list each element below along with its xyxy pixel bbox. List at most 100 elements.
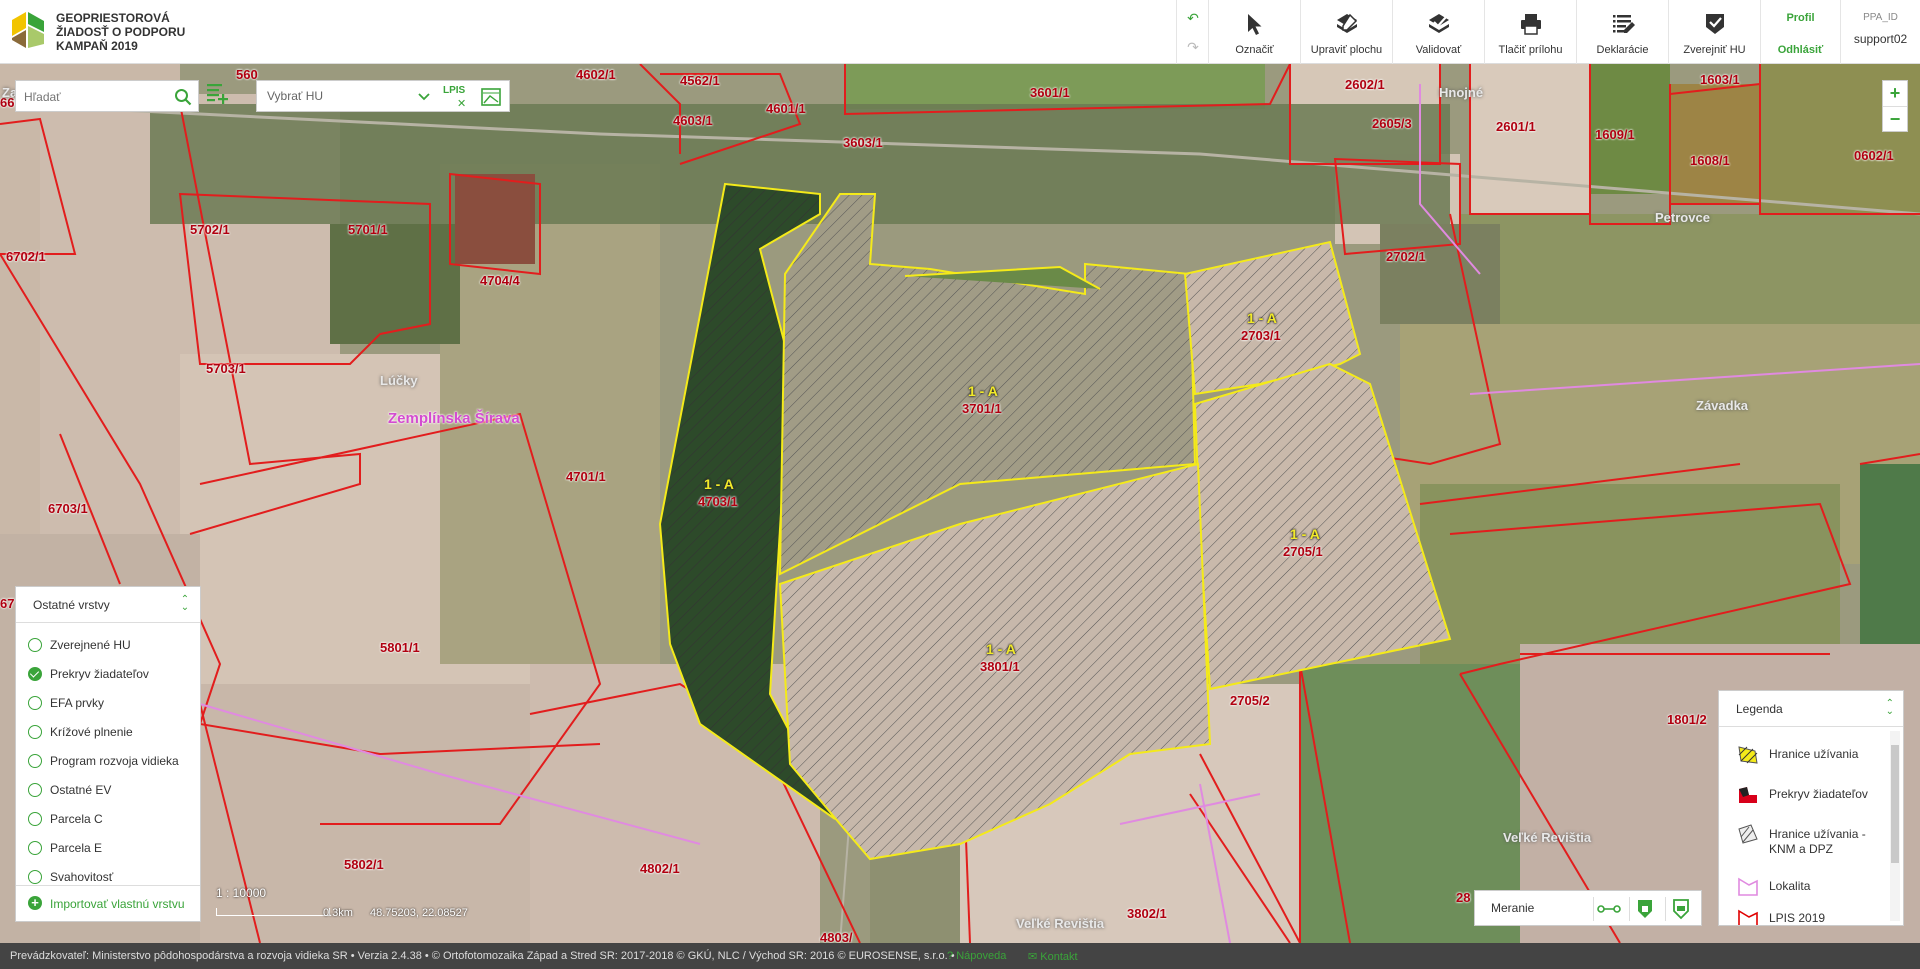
help-link[interactable]: ? Nápoveda (947, 950, 1006, 962)
ruler-icon (1597, 905, 1621, 913)
contact-label: Kontakt (1040, 951, 1078, 963)
other-layers-header[interactable]: Ostatné vrstvy ⌃ ⌄ (16, 587, 200, 623)
parcel-label: 2602/1 (1345, 77, 1385, 92)
radio-icon[interactable] (28, 638, 42, 652)
layer-item-applicant-overlap[interactable]: Prekryv žiadateľov (28, 664, 198, 684)
legend-panel: Legenda ⌃ ⌄ Hranice užívania Prekryv žiad… (1718, 690, 1904, 926)
plus-circle-icon: + (28, 896, 42, 910)
place-name: Závadka (1696, 398, 1749, 413)
zoom-in-button[interactable]: + (1883, 81, 1907, 106)
parcel-label: 4601/1 (766, 101, 806, 116)
parcel-label: 3802/1 (1127, 906, 1167, 921)
import-layer-button[interactable]: + Importovať vlastnú vrstvu (16, 885, 200, 921)
scale-distance: 0.3km (323, 907, 353, 919)
parcel-label: 4701/1 (566, 469, 606, 484)
radio-icon[interactable] (28, 870, 42, 884)
declared-parcel-id[interactable]: 3701/1 (962, 401, 1002, 416)
legend-scrollbar[interactable] (1890, 731, 1900, 921)
footer-bar: Prevádzkovateľ: Ministerstvo pôdohospodá… (0, 943, 1920, 969)
close-icon[interactable]: ✕ (457, 97, 466, 110)
legend-header[interactable]: Legenda ⌃ ⌄ (1719, 691, 1903, 727)
place-name: Veľké Revištia (1016, 916, 1105, 931)
cursor-icon (1247, 14, 1261, 35)
profile-link[interactable]: Profil (1761, 12, 1840, 24)
parcel-label: 5703/1 (206, 361, 246, 376)
legend-item-label: Lokalita (1769, 879, 1811, 893)
measure-area-button[interactable] (1629, 897, 1659, 921)
parcel-label: 0602/1 (1854, 148, 1894, 163)
legend-item-label: Hranice užívania - KNM a DPZ (1769, 827, 1866, 856)
radio-icon[interactable] (28, 841, 42, 855)
declared-parcel-code: 1 - A (1290, 526, 1320, 542)
parcel-label: 3601/1 (1030, 85, 1070, 100)
footer-operator-text: Prevádzkovateľ: Ministerstvo pôdohospodá… (10, 950, 955, 962)
app-title-line2: žiadosť o podporu (56, 25, 186, 39)
collapse-icon[interactable]: ⌃ ⌄ (179, 595, 191, 614)
radio-icon[interactable] (28, 812, 42, 826)
cursor-coordinates: 48.75203, 22.08527 (370, 907, 468, 919)
history-controls: ↶ ↷ (1176, 0, 1208, 64)
orthophoto-icon[interactable] (481, 88, 501, 106)
contact-link[interactable]: ✉ Kontakt (1028, 950, 1078, 963)
edit-area-button[interactable]: Upraviť plochu (1300, 0, 1392, 64)
legend-item-label: Hranice užívania (1769, 747, 1859, 761)
radio-icon[interactable] (28, 696, 42, 710)
layer-item-label: Svahovitosť (50, 870, 114, 884)
publish-hu-label: Zverejniť HU (1683, 44, 1746, 56)
layer-item-rural-dev[interactable]: Program rozvoja vidieka (28, 751, 198, 771)
legend-item-label: Prekryv žiadateľov (1769, 787, 1868, 801)
radio-icon[interactable] (28, 725, 42, 739)
declared-parcel-id[interactable]: 4703/1 (698, 494, 738, 509)
add-list-icon[interactable] (204, 80, 230, 112)
layer-item-efa[interactable]: EFA prvky (28, 693, 198, 713)
layer-item-other-ev[interactable]: Ostatné EV (28, 780, 198, 800)
parcel-label: 1801/2 (1667, 712, 1707, 727)
map-canvas[interactable]: 560 4602/1 4562/1 4603/1 4601/1 3603/1 3… (0, 64, 1920, 943)
layer-item-cross-compliance[interactable]: Krížové plnenie (28, 722, 198, 742)
area-shield-icon (1638, 900, 1652, 918)
validate-label: Validovať (1415, 44, 1462, 56)
hu-selector[interactable]: Vybrať HU LPIS ✕ (256, 80, 510, 112)
chevron-down-icon[interactable] (417, 89, 431, 103)
select-tool-button[interactable]: Označiť (1208, 0, 1300, 64)
redo-icon[interactable]: ↷ (1184, 38, 1202, 56)
app-logo (12, 12, 44, 48)
check-circle-icon[interactable] (28, 667, 42, 681)
declared-parcel-id[interactable]: 2703/1 (1241, 328, 1281, 343)
validate-button[interactable]: Validovať (1392, 0, 1484, 64)
user-id-label: PPA_ID (1863, 12, 1898, 23)
zoom-out-button[interactable]: − (1883, 106, 1907, 131)
legend-item-label: LPIS 2019 (1769, 911, 1826, 925)
measure-clear-button[interactable] (1665, 897, 1695, 921)
layer-item-label: Zverejnené HU (50, 638, 131, 652)
undo-icon[interactable]: ↶ (1184, 9, 1202, 27)
radio-icon[interactable] (28, 754, 42, 768)
lpis-toggle[interactable]: LPIS (443, 85, 465, 96)
print-attachment-button[interactable]: Tlačiť prílohu (1484, 0, 1576, 64)
layer-item-label: EFA prvky (50, 696, 105, 710)
parcel-label: 5701/1 (348, 222, 388, 237)
publish-hu-button[interactable]: Zverejniť HU (1668, 0, 1760, 64)
declarations-button[interactable]: Deklarácie (1576, 0, 1668, 64)
logout-link[interactable]: Odhlásiť (1761, 44, 1840, 56)
parcel-label: 4603/1 (673, 113, 713, 128)
layer-item-published-hu[interactable]: Zverejnené HU (28, 635, 198, 655)
layer-item-parcel-c[interactable]: Parcela C (28, 809, 198, 829)
radio-icon[interactable] (28, 783, 42, 797)
declared-parcel-id[interactable]: 2705/1 (1283, 544, 1323, 559)
other-layers-panel: Ostatné vrstvy ⌃ ⌄ Zverejnené HU Prekryv … (15, 586, 201, 922)
declared-parcel-id[interactable]: 3801/1 (980, 659, 1020, 674)
legend-title: Legenda (1736, 702, 1783, 716)
parcel-label: 2705/2 (1230, 693, 1270, 708)
layer-item-parcel-e[interactable]: Parcela E (28, 838, 198, 858)
search-input[interactable] (24, 87, 164, 107)
edit-area-icon (1336, 13, 1357, 33)
measure-distance-button[interactable] (1593, 897, 1623, 921)
parcel-label: 6703/1 (48, 501, 88, 516)
layer-item-slope[interactable]: Svahovitosť (28, 867, 198, 887)
search-icon[interactable] (174, 88, 192, 106)
legend-scroll-thumb[interactable] (1891, 745, 1899, 863)
parcel-label: 1603/1 (1700, 72, 1740, 87)
scale-ratio: 1 : 10000 (216, 886, 267, 900)
collapse-icon[interactable]: ⌃ ⌄ (1886, 699, 1894, 717)
